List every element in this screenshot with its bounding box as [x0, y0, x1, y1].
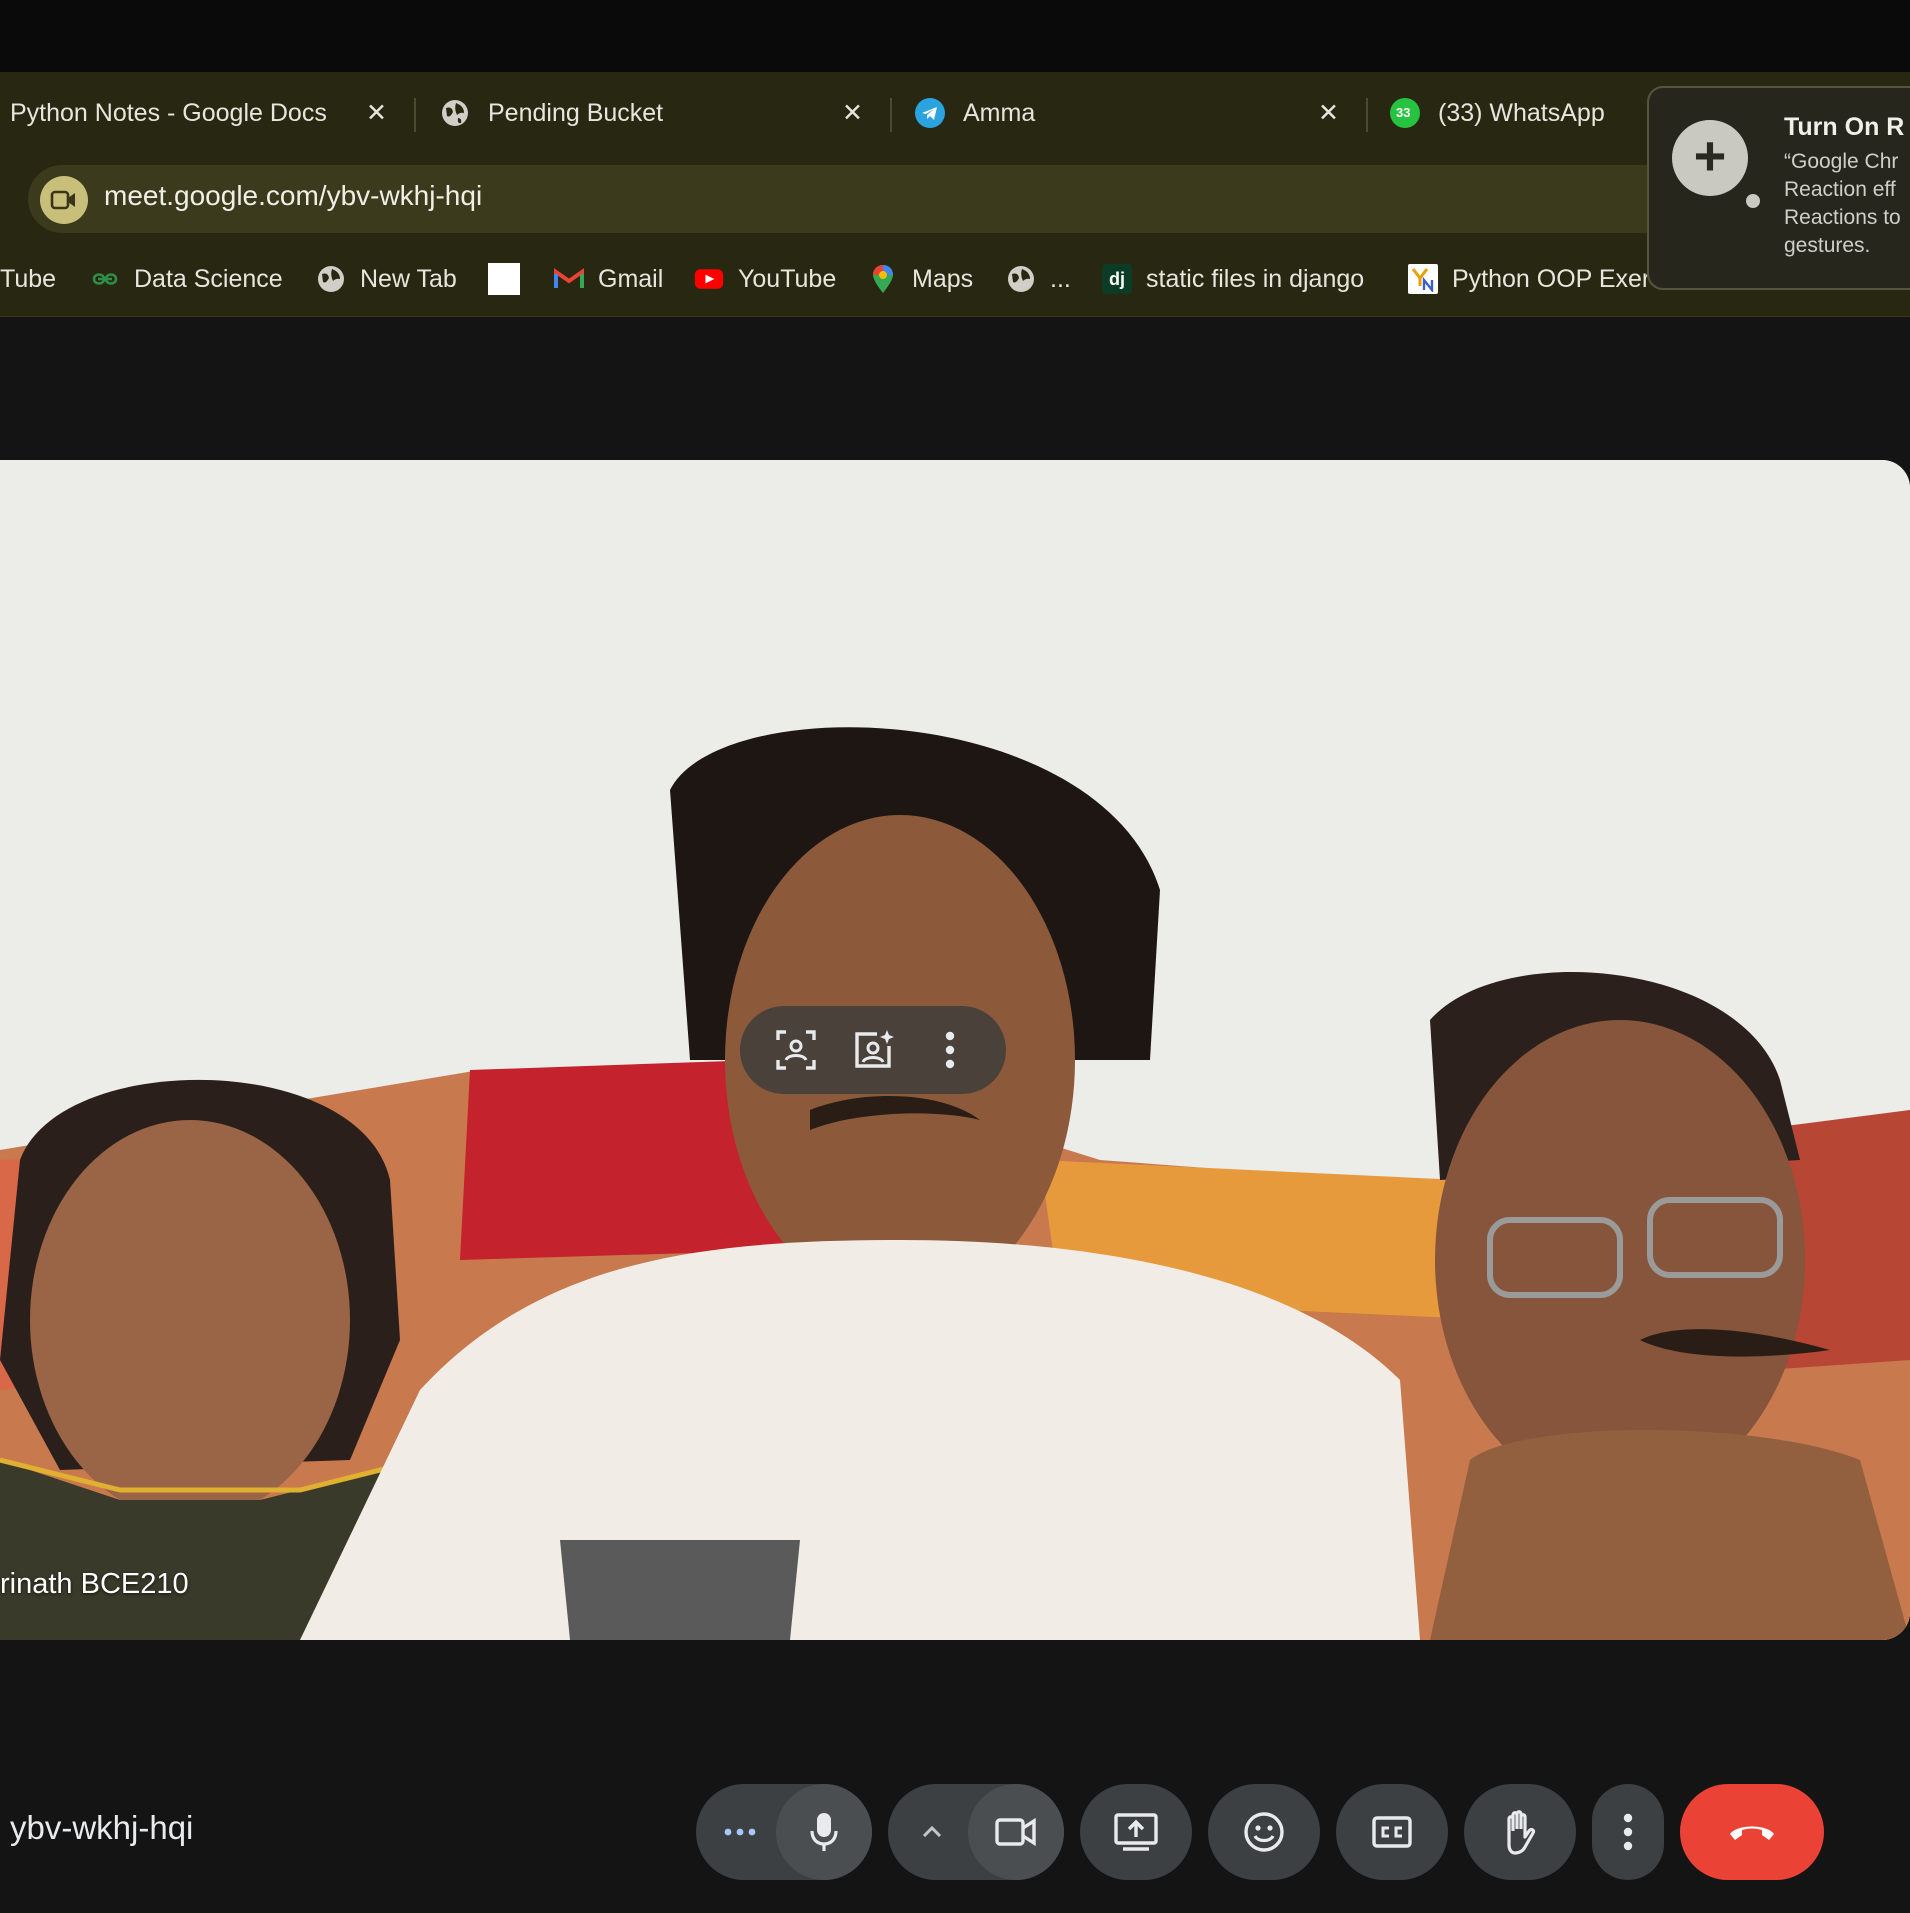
- tile-more-options-button[interactable]: [922, 1022, 978, 1078]
- camera-button[interactable]: [968, 1784, 1064, 1880]
- notification-body: “Google Chr Reaction eff Reactions to ge…: [1784, 150, 1901, 257]
- whatsapp-badge: 33: [1396, 105, 1411, 120]
- bookmark-label: YouTube: [738, 264, 837, 293]
- close-tab-icon[interactable]: ✕: [842, 72, 863, 154]
- mic-group: [696, 1784, 872, 1880]
- whatsapp-icon: 33: [1390, 98, 1420, 128]
- bookmark-label: Gmail: [598, 264, 664, 293]
- present-to-all-icon: [1114, 1813, 1158, 1851]
- window-top-bar: [0, 0, 1910, 72]
- tab-python-notes[interactable]: Python Notes - Google Docs: [10, 72, 327, 154]
- tab-divider: [1366, 98, 1368, 132]
- tab-label: Python Notes - Google Docs: [10, 98, 327, 127]
- microphone-button[interactable]: [776, 1784, 872, 1880]
- reactions-button[interactable]: [1208, 1784, 1320, 1880]
- tab-whatsapp[interactable]: 33 (33) WhatsApp: [1390, 72, 1605, 154]
- bookmark-python-oop[interactable]: Python OOP Exerc: [1408, 258, 1663, 300]
- framing-button[interactable]: [768, 1022, 824, 1078]
- tile-actions-overlay: [740, 1006, 1006, 1094]
- audio-settings-button[interactable]: [696, 1784, 784, 1880]
- tab-strip: Python Notes - Google Docs ✕ Pending Buc…: [0, 72, 1910, 154]
- bookmark-label: ...: [1050, 264, 1071, 293]
- tab-divider: [890, 98, 892, 132]
- more-vert-icon: [1623, 1813, 1633, 1851]
- bookmark-new-tab[interactable]: New Tab: [316, 258, 457, 300]
- captions-button[interactable]: [1336, 1784, 1448, 1880]
- camera-group: [888, 1784, 1064, 1880]
- geeksforgeeks-icon: [90, 264, 120, 294]
- bookmark-label: Python OOP Exerc: [1452, 264, 1663, 293]
- bookmark-gmail[interactable]: Gmail: [554, 258, 663, 300]
- tab-label: Amma: [963, 98, 1036, 127]
- bookmark-label: Data Science: [134, 264, 283, 293]
- tab-label: (33) WhatsApp: [1438, 98, 1605, 127]
- chevron-up-icon: [922, 1825, 942, 1838]
- bookmark-label: New Tab: [360, 264, 457, 293]
- participant-name-label: rinath BCE210: [0, 1568, 189, 1600]
- more-actions-button[interactable]: [1592, 1784, 1664, 1880]
- bookmark-data-science[interactable]: Data Science: [90, 258, 283, 300]
- bookmark-youtube[interactable]: YouTube: [694, 258, 836, 300]
- bookmark-label: Maps: [912, 264, 974, 293]
- bookmark-blank[interactable]: [488, 258, 534, 300]
- raise-hand-button[interactable]: [1464, 1784, 1576, 1880]
- effects-icon: [855, 1030, 894, 1068]
- telegram-icon: [915, 98, 945, 128]
- tab-pending-bucket[interactable]: Pending Bucket: [440, 72, 663, 154]
- gmail-icon: [554, 264, 584, 294]
- more-vert-icon: [945, 1031, 954, 1069]
- maps-pin-icon: [868, 264, 898, 294]
- bookmark-label: static files in django: [1146, 264, 1365, 293]
- bookmark-static-files-django[interactable]: dj static files in django: [1102, 258, 1364, 300]
- emoji-icon: [1244, 1812, 1284, 1852]
- videocam-icon: [995, 1817, 1036, 1847]
- bookmark-label: Tube: [0, 264, 57, 293]
- bookmark-youtube-partial[interactable]: Tube: [0, 258, 56, 300]
- bookmark-ellipsis[interactable]: ...: [1006, 258, 1071, 300]
- notification-title: Turn On R: [1784, 113, 1905, 141]
- leave-call-button[interactable]: [1680, 1784, 1824, 1880]
- camera-in-use-icon[interactable]: [40, 176, 88, 224]
- visual-effects-button[interactable]: [845, 1022, 901, 1078]
- blank-page-icon: [488, 263, 520, 295]
- add-icon: +: [1672, 120, 1748, 196]
- meeting-code: ybv-wkhj-hqi: [10, 1809, 194, 1846]
- globe-icon: [1006, 264, 1036, 294]
- close-tab-icon[interactable]: ✕: [366, 72, 387, 154]
- tab-divider: [414, 98, 416, 132]
- globe-icon: [440, 98, 470, 128]
- youtube-icon: [694, 264, 724, 294]
- pynative-icon: [1408, 264, 1438, 294]
- present-screen-button[interactable]: [1080, 1784, 1192, 1880]
- closed-caption-icon: [1372, 1816, 1412, 1848]
- hand-icon: [1507, 1810, 1536, 1855]
- call-end-icon: [1730, 1826, 1774, 1840]
- frame-person-icon: [776, 1030, 817, 1070]
- django-icon: dj: [1102, 264, 1132, 294]
- notification-dot-icon: [1746, 194, 1760, 208]
- video-settings-button[interactable]: [888, 1784, 976, 1880]
- more-horiz-icon: [724, 1828, 756, 1836]
- tab-amma[interactable]: Amma: [915, 72, 1035, 154]
- microphone-icon: [810, 1813, 838, 1851]
- tab-label: Pending Bucket: [488, 98, 664, 127]
- globe-icon: [316, 264, 346, 294]
- url-text[interactable]: meet.google.com/ybv-wkhj-hqi: [104, 180, 482, 212]
- close-tab-icon[interactable]: ✕: [1318, 72, 1339, 154]
- bookmark-maps[interactable]: Maps: [868, 258, 973, 300]
